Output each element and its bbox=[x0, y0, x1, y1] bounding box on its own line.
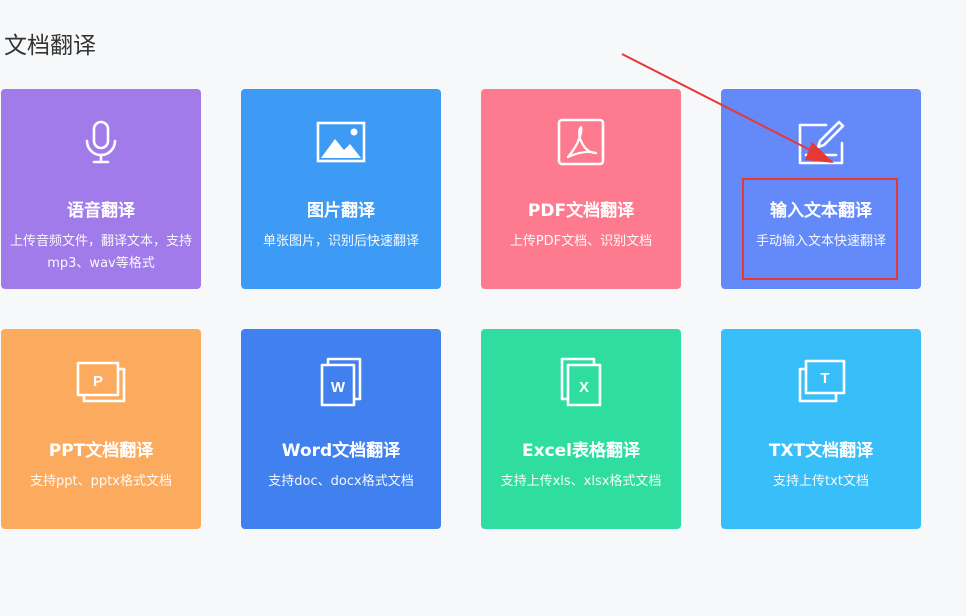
ppt-icon: P bbox=[76, 357, 126, 407]
page-title: 文档翻译 bbox=[4, 33, 96, 59]
edit-text-icon bbox=[796, 117, 846, 167]
word-icon: W bbox=[316, 357, 366, 407]
svg-text:X: X bbox=[579, 379, 589, 396]
card-title: PDF文档翻译 bbox=[527, 201, 635, 221]
card-word-translation[interactable]: W Word文档翻译 支持doc、docx格式文档 bbox=[241, 329, 441, 529]
card-title: Word文档翻译 bbox=[281, 441, 401, 461]
pdf-icon bbox=[556, 117, 606, 167]
card-description: 支持上传txt文档 bbox=[773, 474, 869, 489]
card-title: Excel表格翻译 bbox=[521, 441, 640, 461]
svg-text:T: T bbox=[820, 370, 829, 387]
card-description: 支持上传xls、xlsx格式文档 bbox=[500, 474, 662, 489]
card-text-input-translation[interactable]: 输入文本翻译 手动输入文本快速翻译 bbox=[721, 89, 921, 289]
card-description: 手动输入文本快速翻译 bbox=[755, 234, 886, 249]
card-txt-translation[interactable]: T TXT文档翻译 支持上传txt文档 bbox=[721, 329, 921, 529]
card-description: 上传音频文件，翻译文本，支持mp3、wav等格式 bbox=[9, 234, 192, 271]
card-description: 支持doc、docx格式文档 bbox=[268, 474, 414, 489]
card-title: 语音翻译 bbox=[67, 201, 135, 221]
microphone-icon bbox=[76, 117, 126, 167]
card-pdf-translation[interactable]: PDF文档翻译 上传PDF文档、识别文档 bbox=[481, 89, 681, 289]
svg-text:P: P bbox=[93, 373, 103, 390]
card-description: 上传PDF文档、识别文档 bbox=[509, 234, 653, 249]
card-title: TXT文档翻译 bbox=[768, 441, 874, 461]
card-excel-translation[interactable]: X Excel表格翻译 支持上传xls、xlsx格式文档 bbox=[481, 329, 681, 529]
card-title: 输入文本翻译 bbox=[770, 201, 872, 221]
card-voice-translation[interactable]: 语音翻译 上传音频文件，翻译文本，支持mp3、wav等格式 bbox=[1, 89, 201, 289]
card-description: 单张图片，识别后快速翻译 bbox=[262, 234, 419, 249]
card-title: 图片翻译 bbox=[307, 201, 375, 221]
card-ppt-translation[interactable]: P PPT文档翻译 支持ppt、pptx格式文档 bbox=[1, 329, 201, 529]
translation-options-grid: 语音翻译 上传音频文件，翻译文本，支持mp3、wav等格式 图片翻译 单张图片，… bbox=[1, 89, 921, 529]
excel-icon: X bbox=[556, 357, 606, 407]
card-description: 支持ppt、pptx格式文档 bbox=[30, 474, 172, 489]
card-image-translation[interactable]: 图片翻译 单张图片，识别后快速翻译 bbox=[241, 89, 441, 289]
image-icon bbox=[316, 117, 366, 167]
svg-text:W: W bbox=[331, 379, 346, 396]
card-title: PPT文档翻译 bbox=[48, 441, 154, 461]
txt-icon: T bbox=[796, 357, 846, 407]
